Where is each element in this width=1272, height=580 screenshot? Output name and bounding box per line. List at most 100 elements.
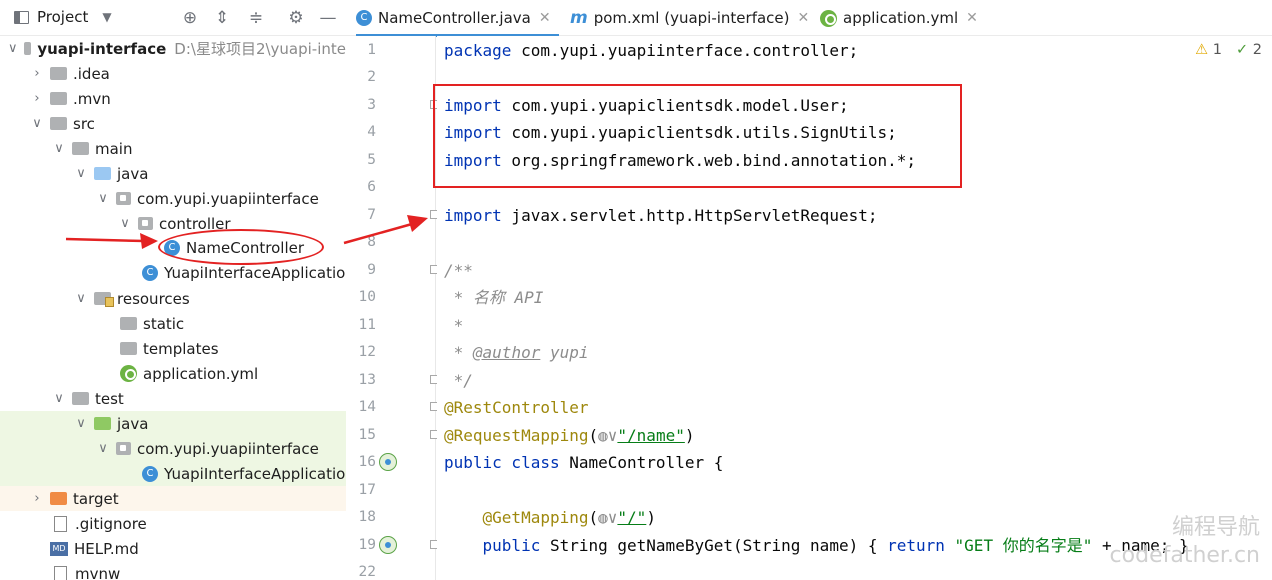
tree-item-label: java xyxy=(117,414,149,433)
warning-count[interactable]: ⚠ 1 xyxy=(1195,42,1222,58)
tab-label: application.yml xyxy=(843,9,959,27)
line-number: 11 xyxy=(358,317,376,333)
editor-tabs: C NameController.java ✕ m pom.xml (yuapi… xyxy=(346,0,1272,37)
hide-panel-icon[interactable]: — xyxy=(318,8,338,28)
tree-item-test-class[interactable]: C YuapiInterfaceApplicatio xyxy=(0,461,346,486)
line-number: 13 xyxy=(358,372,376,388)
chevron-right-icon[interactable]: › xyxy=(30,491,44,506)
tree-item-src[interactable]: ∨ src xyxy=(0,111,346,136)
chevron-down-icon[interactable]: ∨ xyxy=(74,416,88,431)
tree-item-test-java[interactable]: ∨ java xyxy=(0,411,346,436)
folder-icon xyxy=(50,67,67,80)
file-icon xyxy=(54,515,67,532)
test-source-folder-icon xyxy=(94,417,111,430)
tree-item-java[interactable]: ∨ java xyxy=(0,161,346,186)
chevron-down-icon[interactable]: ∨ xyxy=(30,116,44,131)
chevron-down-icon[interactable]: ∨ xyxy=(96,441,110,456)
chevron-down-icon[interactable]: ∨ xyxy=(118,216,132,231)
code-text: String xyxy=(540,536,618,555)
chevron-right-icon[interactable]: › xyxy=(30,91,44,106)
warning-icon: ⚠ xyxy=(1195,42,1209,58)
tree-item-gitignore[interactable]: .gitignore xyxy=(0,511,346,536)
tree-item-test[interactable]: ∨ test xyxy=(0,386,346,411)
keyword: import xyxy=(444,206,502,225)
close-icon[interactable]: ✕ xyxy=(966,10,978,26)
tree-item-target[interactable]: › target xyxy=(0,486,346,511)
line-number: 5 xyxy=(367,152,376,168)
tree-item-static[interactable]: static xyxy=(0,311,346,336)
code-line: public class NameController { xyxy=(444,449,723,476)
globe-icon[interactable]: ◍∨ xyxy=(598,426,617,445)
spring-config-icon xyxy=(820,9,837,27)
folder-icon xyxy=(72,142,89,155)
folder-icon xyxy=(50,92,67,105)
chevron-down-icon[interactable]: ∨ xyxy=(52,391,66,406)
line-number: 8 xyxy=(367,234,376,250)
spring-boot-class-icon: C xyxy=(142,264,158,281)
spring-bean-gutter-icon[interactable] xyxy=(379,536,397,554)
chevron-down-icon[interactable]: ∨ xyxy=(52,141,66,156)
comment-text: yupi xyxy=(540,343,589,362)
package-icon xyxy=(116,192,131,205)
chevron-down-icon[interactable]: ▼ xyxy=(102,10,111,24)
tab-application-yml[interactable]: application.yml ✕ xyxy=(820,0,978,36)
line-number: 3 xyxy=(367,97,376,113)
package-icon xyxy=(116,442,131,455)
tree-item-root[interactable]: ∨ yuapi-interface D:\星球项目2\yuapi-inte xyxy=(0,36,346,61)
chevron-down-icon[interactable]: ∨ xyxy=(74,291,88,306)
line-number: 19 xyxy=(358,537,376,553)
line-number: 14 xyxy=(358,399,376,415)
string-literal: "GET 你的名字是" xyxy=(944,536,1093,555)
code-text: ( xyxy=(588,426,599,445)
tree-item-label: .idea xyxy=(73,64,110,83)
tree-item-label: java xyxy=(117,164,149,183)
maven-icon: m xyxy=(570,8,588,28)
tree-item-application-class[interactable]: C YuapiInterfaceApplicatio xyxy=(0,260,346,285)
annotation: @GetMapping xyxy=(444,508,589,527)
spring-bean-gutter-icon[interactable] xyxy=(379,453,397,471)
tab-label: NameController.java xyxy=(378,9,531,27)
tree-item-idea[interactable]: › .idea xyxy=(0,61,346,86)
tree-item-mvnw[interactable]: mvnw xyxy=(0,561,346,580)
close-icon[interactable]: ✕ xyxy=(539,10,551,26)
chevron-right-icon[interactable]: › xyxy=(30,66,44,81)
comment-line: /** xyxy=(444,261,473,280)
line-number: 17 xyxy=(358,482,376,498)
string-literal: "/name" xyxy=(617,426,685,445)
annotation-line: @RestController xyxy=(444,398,589,417)
package-icon xyxy=(138,217,153,230)
tree-item-label: YuapiInterfaceApplicatio xyxy=(164,464,346,483)
tree-item-label: src xyxy=(73,114,95,133)
collapse-all-icon[interactable]: ≑ xyxy=(246,8,266,28)
line-number: 18 xyxy=(358,509,376,525)
tree-item-label: main xyxy=(95,139,133,158)
locate-icon[interactable]: ⊕ xyxy=(180,8,200,28)
watermark-line: 编程导航 xyxy=(1171,515,1260,540)
tree-item-help-md[interactable]: MD HELP.md xyxy=(0,536,346,561)
comment-line: * 名称 API xyxy=(444,288,544,307)
gear-icon[interactable]: ⚙ xyxy=(286,8,306,28)
chevron-down-icon[interactable]: ∨ xyxy=(74,166,88,181)
tree-item-application-yml[interactable]: application.yml xyxy=(0,361,346,386)
tree-item-test-package[interactable]: ∨ com.yupi.yuapiinterface xyxy=(0,436,346,461)
line-number: 15 xyxy=(358,427,376,443)
tree-item-main[interactable]: ∨ main xyxy=(0,136,346,161)
line-number: 2 xyxy=(367,69,376,85)
tree-item-mvn[interactable]: › .mvn xyxy=(0,86,346,111)
tree-item-label: resources xyxy=(117,289,190,308)
tree-item-package[interactable]: ∨ com.yupi.yuapiinterface xyxy=(0,186,346,211)
tree-item-templates[interactable]: templates xyxy=(0,336,346,361)
globe-icon[interactable]: ◍∨ xyxy=(598,508,617,527)
expand-all-icon[interactable]: ⇕ xyxy=(212,8,232,28)
inspection-widget[interactable]: ⚠ 1 ✓ 2 xyxy=(1195,42,1262,58)
tree-item-label: com.yupi.yuapiinterface xyxy=(137,439,319,458)
project-view-selector[interactable]: Project ▼ xyxy=(14,8,112,26)
check-count[interactable]: ✓ 2 xyxy=(1236,42,1262,58)
tree-item-resources[interactable]: ∨ resources xyxy=(0,286,346,311)
chevron-down-icon[interactable]: ∨ xyxy=(8,41,18,56)
chevron-down-icon[interactable]: ∨ xyxy=(96,191,110,206)
close-icon[interactable]: ✕ xyxy=(798,10,810,26)
tab-pom-xml[interactable]: m pom.xml (yuapi-interface) ✕ xyxy=(570,0,809,36)
tree-item-label: com.yupi.yuapiinterface xyxy=(137,189,319,208)
tab-name-controller[interactable]: C NameController.java ✕ xyxy=(356,0,559,37)
